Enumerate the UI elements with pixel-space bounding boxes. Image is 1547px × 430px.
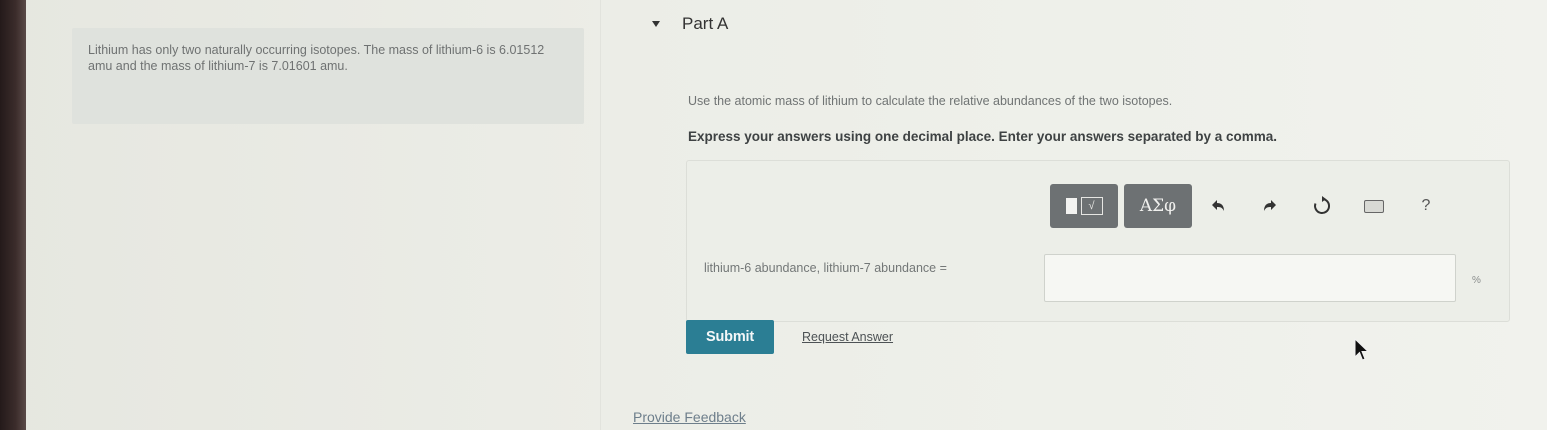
provide-feedback-link[interactable]: Provide Feedback bbox=[633, 409, 746, 425]
submit-button[interactable]: Submit bbox=[686, 320, 774, 354]
problem-intro-text: Lithium has only two naturally occurring… bbox=[88, 43, 545, 73]
templates-button[interactable]: √ bbox=[1050, 184, 1118, 228]
keyboard-icon bbox=[1364, 199, 1384, 213]
reset-button[interactable] bbox=[1296, 184, 1348, 228]
request-answer-link[interactable]: Request Answer bbox=[802, 330, 893, 344]
redo-icon bbox=[1264, 200, 1276, 211]
greek-symbols-button[interactable]: ΑΣφ bbox=[1124, 184, 1192, 228]
collapse-caret-icon[interactable] bbox=[652, 21, 660, 27]
screen-bezel bbox=[0, 0, 26, 430]
column-divider bbox=[600, 0, 601, 430]
redo-button[interactable] bbox=[1244, 184, 1296, 228]
radical-icon: √ bbox=[1080, 197, 1103, 215]
help-button[interactable]: ? bbox=[1400, 184, 1452, 228]
part-title: Part A bbox=[682, 14, 729, 33]
unit-label: % bbox=[1472, 275, 1481, 286]
part-a-header[interactable]: Part A bbox=[652, 14, 728, 34]
undo-icon bbox=[1212, 200, 1224, 211]
question-text: Use the atomic mass of lithium to calcul… bbox=[688, 94, 1173, 108]
instruction-text: Express your answers using one decimal p… bbox=[688, 129, 1277, 144]
reset-icon bbox=[1314, 196, 1331, 214]
templates-icon bbox=[1065, 198, 1077, 214]
answer-label: lithium-6 abundance, lithium-7 abundance… bbox=[704, 261, 947, 275]
math-toolbar: √ ΑΣφ ? bbox=[1050, 184, 1452, 228]
answer-input[interactable] bbox=[1044, 254, 1456, 302]
mouse-cursor-icon bbox=[1354, 338, 1370, 361]
keyboard-button[interactable] bbox=[1348, 184, 1400, 228]
undo-button[interactable] bbox=[1192, 184, 1244, 228]
